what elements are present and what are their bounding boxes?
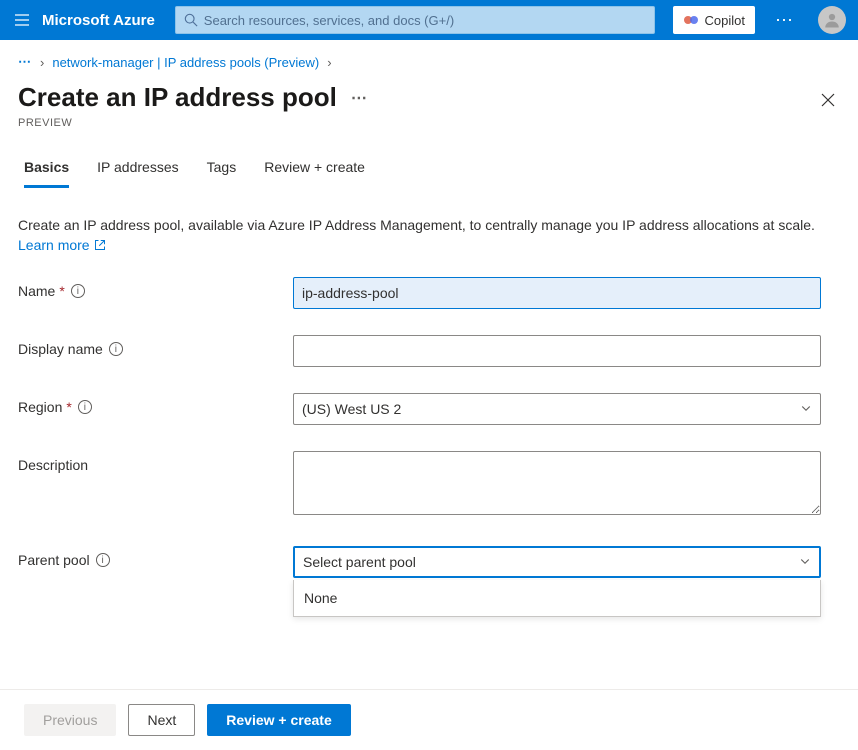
chevron-right-icon: › bbox=[327, 55, 331, 70]
tab-basics[interactable]: Basics bbox=[24, 159, 69, 188]
row-parent-pool: Parent pool i Select parent pool None bbox=[18, 546, 840, 578]
label-region: Region bbox=[18, 399, 62, 415]
description-textarea[interactable] bbox=[293, 451, 821, 515]
user-avatar[interactable] bbox=[818, 6, 846, 34]
previous-button: Previous bbox=[24, 704, 116, 736]
breadcrumb-link[interactable]: network-manager | IP address pools (Prev… bbox=[52, 55, 319, 70]
title-more-icon[interactable]: ⋯ bbox=[351, 88, 368, 108]
info-icon[interactable]: i bbox=[78, 400, 92, 414]
required-indicator: * bbox=[66, 399, 71, 415]
copilot-label: Copilot bbox=[705, 13, 745, 28]
copilot-icon bbox=[683, 12, 699, 28]
brand-label[interactable]: Microsoft Azure bbox=[42, 12, 155, 29]
row-name: Name * i bbox=[18, 277, 840, 309]
description-text: Create an IP address pool, available via… bbox=[18, 217, 815, 233]
copilot-button[interactable]: Copilot bbox=[673, 6, 755, 34]
name-input[interactable] bbox=[293, 277, 821, 309]
form: Name * i Display name i Region * i (US) … bbox=[0, 255, 858, 578]
footer-actions: Previous Next Review + create bbox=[0, 689, 858, 750]
topbar-more-icon[interactable]: ⋯ bbox=[765, 10, 804, 31]
label-name: Name bbox=[18, 283, 55, 299]
top-bar: Microsoft Azure Search resources, servic… bbox=[0, 0, 858, 40]
review-create-button[interactable]: Review + create bbox=[207, 704, 350, 736]
tab-review-create[interactable]: Review + create bbox=[264, 159, 365, 188]
learn-more-link[interactable]: Learn more bbox=[18, 236, 106, 256]
chevron-right-icon: › bbox=[40, 55, 44, 70]
tab-ip-addresses[interactable]: IP addresses bbox=[97, 159, 178, 188]
breadcrumb: ⋯ › network-manager | IP address pools (… bbox=[0, 40, 858, 78]
chevron-down-icon bbox=[800, 401, 812, 417]
close-icon bbox=[820, 92, 836, 108]
row-description: Description bbox=[18, 451, 840, 520]
dropdown-option-none[interactable]: None bbox=[294, 580, 820, 616]
label-parent-pool: Parent pool bbox=[18, 552, 90, 568]
info-icon[interactable]: i bbox=[96, 553, 110, 567]
page-subtitle: PREVIEW bbox=[18, 117, 816, 129]
region-select[interactable]: (US) West US 2 bbox=[293, 393, 821, 425]
description-block: Create an IP address pool, available via… bbox=[0, 188, 858, 255]
search-input[interactable]: Search resources, services, and docs (G+… bbox=[175, 6, 655, 34]
chevron-down-icon bbox=[799, 554, 811, 570]
label-description: Description bbox=[18, 457, 88, 473]
search-wrap: Search resources, services, and docs (G+… bbox=[175, 6, 655, 34]
parent-pool-dropdown: None bbox=[293, 580, 821, 617]
tab-tags[interactable]: Tags bbox=[207, 159, 237, 188]
row-region: Region * i (US) West US 2 bbox=[18, 393, 840, 425]
search-placeholder-text: Search resources, services, and docs (G+… bbox=[204, 13, 646, 28]
hamburger-menu-icon[interactable] bbox=[12, 10, 32, 30]
parent-pool-placeholder: Select parent pool bbox=[303, 554, 416, 570]
close-button[interactable] bbox=[816, 88, 840, 117]
parent-pool-select[interactable]: Select parent pool bbox=[293, 546, 821, 578]
region-value: (US) West US 2 bbox=[302, 401, 401, 417]
breadcrumb-more-icon[interactable]: ⋯ bbox=[18, 54, 32, 70]
info-icon[interactable]: i bbox=[71, 284, 85, 298]
next-button[interactable]: Next bbox=[128, 704, 195, 736]
row-display-name: Display name i bbox=[18, 335, 840, 367]
label-display-name: Display name bbox=[18, 341, 103, 357]
display-name-input[interactable] bbox=[293, 335, 821, 367]
search-icon bbox=[184, 13, 198, 27]
external-link-icon bbox=[94, 239, 106, 251]
title-row: Create an IP address pool ⋯ PREVIEW bbox=[0, 78, 858, 129]
tabs: Basics IP addresses Tags Review + create bbox=[0, 129, 858, 188]
page-title: Create an IP address pool bbox=[18, 82, 337, 113]
required-indicator: * bbox=[59, 283, 64, 299]
person-icon bbox=[823, 11, 841, 29]
info-icon[interactable]: i bbox=[109, 342, 123, 356]
